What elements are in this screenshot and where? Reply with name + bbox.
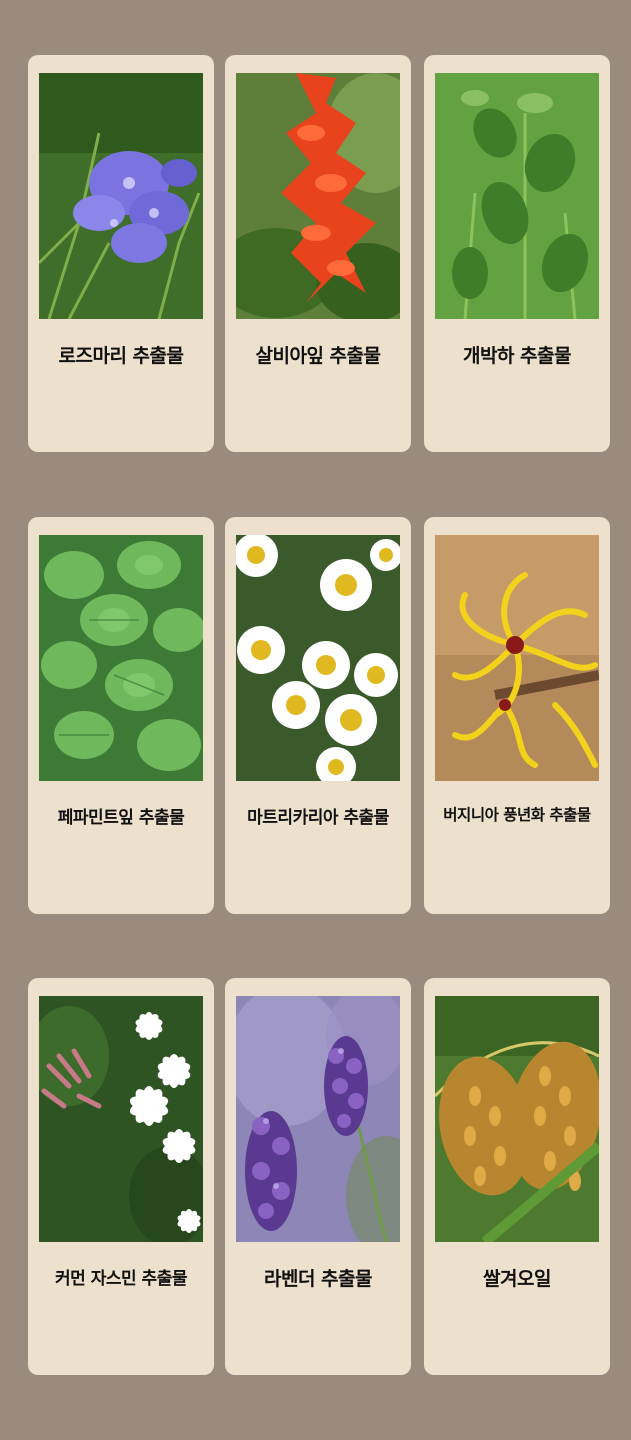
ingredient-label: 라벤더 추출물 <box>264 1268 373 1290</box>
ingredient-card-chamomile: 마트리카리아 추출물 <box>225 517 411 914</box>
peppermint-leaf-photo <box>39 535 203 781</box>
ingredient-label: 로즈마리 추출물 <box>58 345 184 367</box>
page: { "items": [ {"label": "로즈마리 추출물", "icon… <box>0 0 631 1440</box>
ingredient-label: 살비아잎 추출물 <box>255 345 381 367</box>
ingredient-label: 커먼 자스민 추출물 <box>55 1269 187 1289</box>
ingredient-card-rosemary: 로즈마리 추출물 <box>28 55 214 452</box>
ingredient-label: 버지니아 풍년화 추출물 <box>443 806 591 824</box>
ingredient-card-peppermint: 페파민트잎 추출물 <box>28 517 214 914</box>
rice-grain-photo <box>435 996 599 1242</box>
jasmine-flower-photo <box>39 996 203 1242</box>
ingredient-card-lavender: 라벤더 추출물 <box>225 978 411 1375</box>
ingredient-card-witch-hazel: 버지니아 풍년화 추출물 <box>424 517 610 914</box>
salvia-flower-photo <box>236 73 400 319</box>
ingredient-label: 페파민트잎 추출물 <box>57 808 185 828</box>
rosemary-flower-photo <box>39 73 203 319</box>
witch-hazel-flower-photo <box>435 535 599 781</box>
lavender-flower-photo <box>236 996 400 1242</box>
chamomile-flower-photo <box>236 535 400 781</box>
ingredient-card-salvia: 살비아잎 추출물 <box>225 55 411 452</box>
ingredient-label: 개박하 추출물 <box>463 345 572 367</box>
catnip-plant-photo <box>435 73 599 319</box>
ingredient-card-rice-bran: 쌀겨오일 <box>424 978 610 1375</box>
ingredient-label: 마트리카리아 추출물 <box>247 808 389 828</box>
ingredient-card-jasmine: 커먼 자스민 추출물 <box>28 978 214 1375</box>
ingredient-card-catnip: 개박하 추출물 <box>424 55 610 452</box>
ingredient-label: 쌀겨오일 <box>483 1268 551 1290</box>
